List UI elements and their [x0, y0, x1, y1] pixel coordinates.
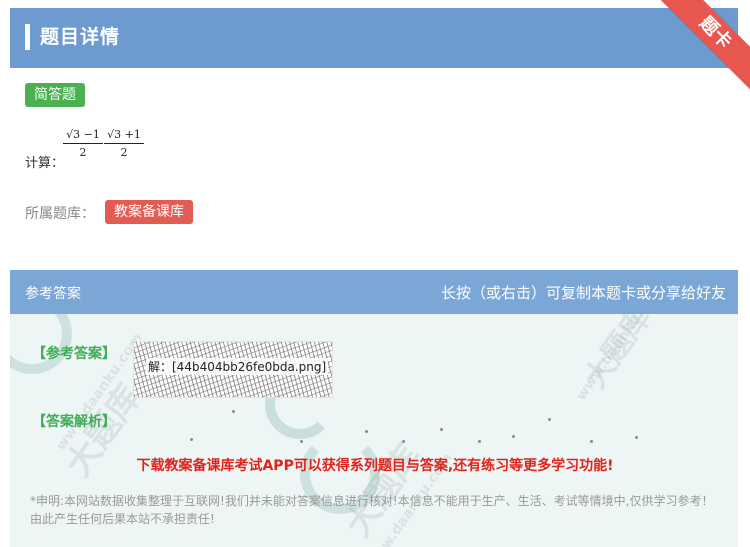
dot [478, 440, 481, 443]
header-accent-bar [25, 24, 30, 50]
fraction-1-denominator: 2 [79, 146, 87, 159]
dot [232, 410, 235, 413]
formula-fraction-2: √3 +1 2 [104, 128, 144, 159]
question-bank-label: 所属题库： [25, 206, 95, 222]
answer-section-label: 参考答案 [25, 286, 81, 302]
download-promo[interactable]: 下载教案备课库考试APP可以获得系列题目与答案,还有练习等更多学习功能! [0, 455, 750, 475]
answer-header: 参考答案 长按（或右击）可复制本题卡或分享给好友 [10, 270, 738, 314]
page-header: 题目详情 [10, 8, 738, 68]
answer-image-alt: 解：[44b404bb26fe0bda.png] [146, 358, 329, 375]
page-title: 题目详情 [40, 26, 121, 48]
question-prompt: 计算： [25, 156, 65, 171]
dot [365, 430, 368, 433]
dot [590, 440, 593, 443]
fraction-1-numerator: √3 −1 [63, 128, 103, 144]
dot [402, 440, 405, 443]
dot [300, 440, 303, 443]
disclaimer-text: *申明:本网站数据收集整理于互联网!我们并未能对答案信息进行核对!本信息不能用于… [30, 494, 714, 526]
formula-fraction-1: √3 −1 2 [63, 128, 103, 159]
fraction-2-numerator: √3 +1 [104, 128, 144, 144]
ribbon-label: 题卡 [651, 0, 750, 90]
question-type-tag: 简答题 [25, 83, 85, 107]
dot [635, 436, 638, 439]
corner-ribbon: 题卡 [650, 0, 750, 90]
dot [440, 428, 443, 431]
dot [548, 418, 551, 421]
dot [512, 435, 515, 438]
share-hint: 长按（或右击）可复制本题卡或分享给好友 [440, 284, 726, 302]
fraction-2-denominator: 2 [120, 146, 128, 159]
answer-image: 解：[44b404bb26fe0bda.png] [133, 341, 333, 398]
reference-answer-label: 【参考答案】 [32, 346, 116, 362]
question-bank-tag[interactable]: 教案备课库 [105, 200, 193, 224]
analysis-label: 【答案解析】 [32, 414, 116, 430]
dot [190, 438, 193, 441]
